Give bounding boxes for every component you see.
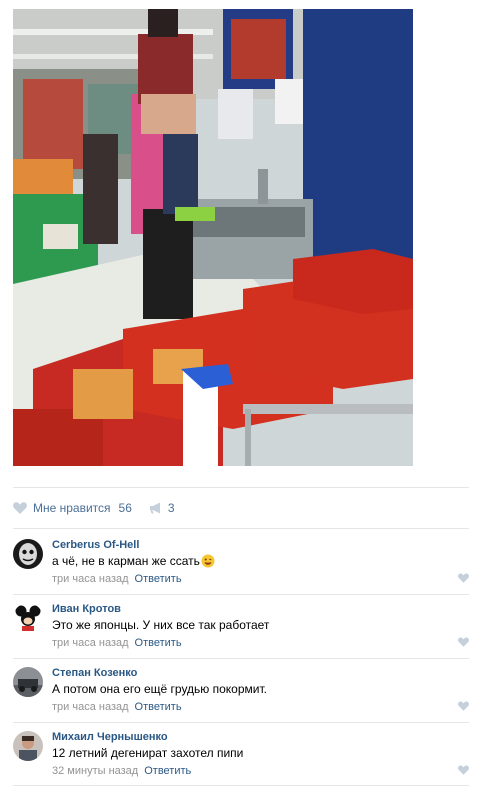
divider (13, 528, 469, 529)
divider (13, 487, 469, 488)
post-photo-illustration (13, 9, 413, 466)
reply-link[interactable]: Ответить (135, 637, 182, 649)
comment-meta: три часа назад Ответить (52, 701, 182, 713)
comment-text: Это же японцы. У них все так работает (52, 618, 270, 632)
comment-item: Михаил Чернышенко 12 летний дегенират за… (13, 722, 469, 786)
avatar[interactable] (13, 539, 43, 569)
megaphone-icon (149, 502, 160, 514)
comment-meta: три часа назад Ответить (52, 573, 182, 585)
avatar-image (13, 539, 43, 569)
comment-meta: три часа назад Ответить (52, 637, 182, 649)
heart-icon (13, 502, 27, 514)
comment-item: Cerberus Of-Hell а чё, не в карман же сс… (13, 530, 469, 594)
comment-text: А потом она его ещё грудью покормит. (52, 682, 267, 696)
avatar[interactable] (13, 603, 43, 633)
comment-text: 12 летний дегенират захотел пипи (52, 746, 244, 760)
comment-item: Степан Козенко А потом она его ещё грудь… (13, 658, 469, 722)
comment-author[interactable]: Михаил Чернышенко (52, 731, 168, 743)
grinning-face-emoji (201, 554, 215, 568)
comment-text: а чё, не в карман же ссать (52, 554, 215, 568)
avatar[interactable] (13, 667, 43, 697)
heart-icon[interactable] (458, 637, 469, 647)
like-label: Мне нравится (33, 501, 111, 515)
like-count: 56 (118, 501, 132, 515)
comment-time[interactable]: три часа назад (52, 573, 129, 585)
avatar[interactable] (13, 731, 43, 761)
avatar-image (13, 731, 43, 761)
post-actions: Мне нравится 56 3 (13, 497, 175, 519)
comment-author[interactable]: Cerberus Of-Hell (52, 539, 139, 551)
share-count: 3 (167, 501, 175, 515)
comment-author[interactable]: Иван Кротов (52, 603, 121, 615)
reply-link[interactable]: Ответить (135, 701, 182, 713)
divider (13, 785, 469, 786)
avatar-image (13, 603, 43, 633)
heart-icon[interactable] (458, 573, 469, 583)
post-photo[interactable] (13, 9, 413, 466)
share-button[interactable]: 3 (149, 501, 175, 515)
comment-time[interactable]: 32 минуты назад (52, 765, 138, 777)
comment-time[interactable]: три часа назад (52, 701, 129, 713)
heart-icon[interactable] (458, 765, 469, 775)
heart-icon[interactable] (458, 701, 469, 711)
comment-time[interactable]: три часа назад (52, 637, 129, 649)
avatar-image (13, 667, 43, 697)
comment-author[interactable]: Степан Козенко (52, 667, 137, 679)
comment-item: Иван Кротов Это же японцы. У них все так… (13, 594, 469, 658)
like-button[interactable]: Мне нравится 56 (13, 501, 132, 515)
reply-link[interactable]: Ответить (144, 765, 191, 777)
comment-text-body: а чё, не в карман же ссать (52, 554, 200, 568)
reply-link[interactable]: Ответить (135, 573, 182, 585)
comment-meta: 32 минуты назад Ответить (52, 765, 191, 777)
